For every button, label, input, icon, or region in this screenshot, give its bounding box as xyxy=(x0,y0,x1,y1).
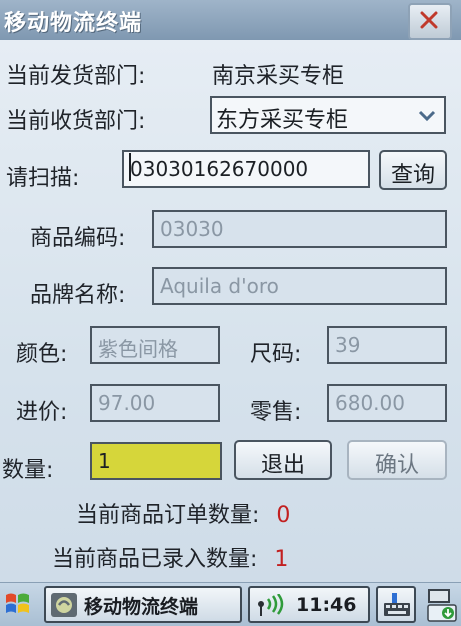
entered-qty-value: 1 xyxy=(274,547,289,572)
task-app-button[interactable]: 移动物流终端 xyxy=(44,586,242,623)
receiver-dept-selected: 东方采买专柜 xyxy=(216,108,349,133)
scan-label: 请扫描: xyxy=(6,166,80,191)
notification-icon[interactable] xyxy=(426,587,458,623)
color-field: 紫色间格 xyxy=(90,326,220,364)
app-icon xyxy=(51,593,77,617)
clock-area[interactable]: 11:46 xyxy=(248,586,370,623)
close-icon xyxy=(420,11,438,29)
product-code-label: 商品编码: xyxy=(30,226,126,251)
receiver-dept-select[interactable]: 东方采买专柜 xyxy=(210,96,446,134)
cost-label: 进价: xyxy=(16,400,68,425)
brand-label: 品牌名称: xyxy=(30,283,126,308)
order-qty-value: 0 xyxy=(276,503,291,528)
size-label: 尺码: xyxy=(250,342,302,367)
input-panel-button[interactable] xyxy=(376,586,416,623)
title-bar: 移动物流终端 xyxy=(0,0,461,41)
retail-label: 零售: xyxy=(250,400,302,425)
keyboard-icon xyxy=(384,593,410,616)
entered-qty-row: 当前商品已录入数量: 1 xyxy=(52,541,288,573)
order-qty-row: 当前商品订单数量: 0 xyxy=(76,497,290,529)
product-code-field: 03030 xyxy=(152,210,447,248)
cost-field: 97.00 xyxy=(90,384,220,422)
close-button[interactable] xyxy=(408,3,452,40)
window-title: 移动物流终端 xyxy=(4,11,143,36)
size-field: 39 xyxy=(327,326,447,364)
exit-button[interactable]: 退出 xyxy=(234,440,332,480)
scan-input[interactable]: 03030162670000 xyxy=(122,150,370,188)
windows-start-icon[interactable] xyxy=(3,589,33,619)
signal-icon xyxy=(258,594,284,616)
taskbar: 移动物流终端 11:46 xyxy=(0,582,461,626)
entered-qty-label: 当前商品已录入数量: xyxy=(52,547,258,572)
clock-time: 11:46 xyxy=(296,594,357,616)
text-cursor xyxy=(129,153,131,181)
qty-label: 数量: xyxy=(2,458,54,483)
chevron-down-icon xyxy=(418,110,436,122)
order-qty-label: 当前商品订单数量: xyxy=(76,503,260,528)
qty-input[interactable]: 1 xyxy=(90,442,222,480)
receiver-dept-label: 当前收货部门: xyxy=(6,109,146,134)
color-label: 颜色: xyxy=(16,342,68,367)
query-button[interactable]: 查询 xyxy=(379,150,447,190)
sender-dept-label: 当前发货部门: xyxy=(6,64,146,89)
task-app-label: 移动物流终端 xyxy=(84,596,199,618)
sender-dept-value: 南京采买专柜 xyxy=(212,64,345,89)
retail-field: 680.00 xyxy=(327,384,447,422)
confirm-button[interactable]: 确认 xyxy=(347,440,447,480)
brand-field: Aquila d'oro xyxy=(152,267,447,305)
